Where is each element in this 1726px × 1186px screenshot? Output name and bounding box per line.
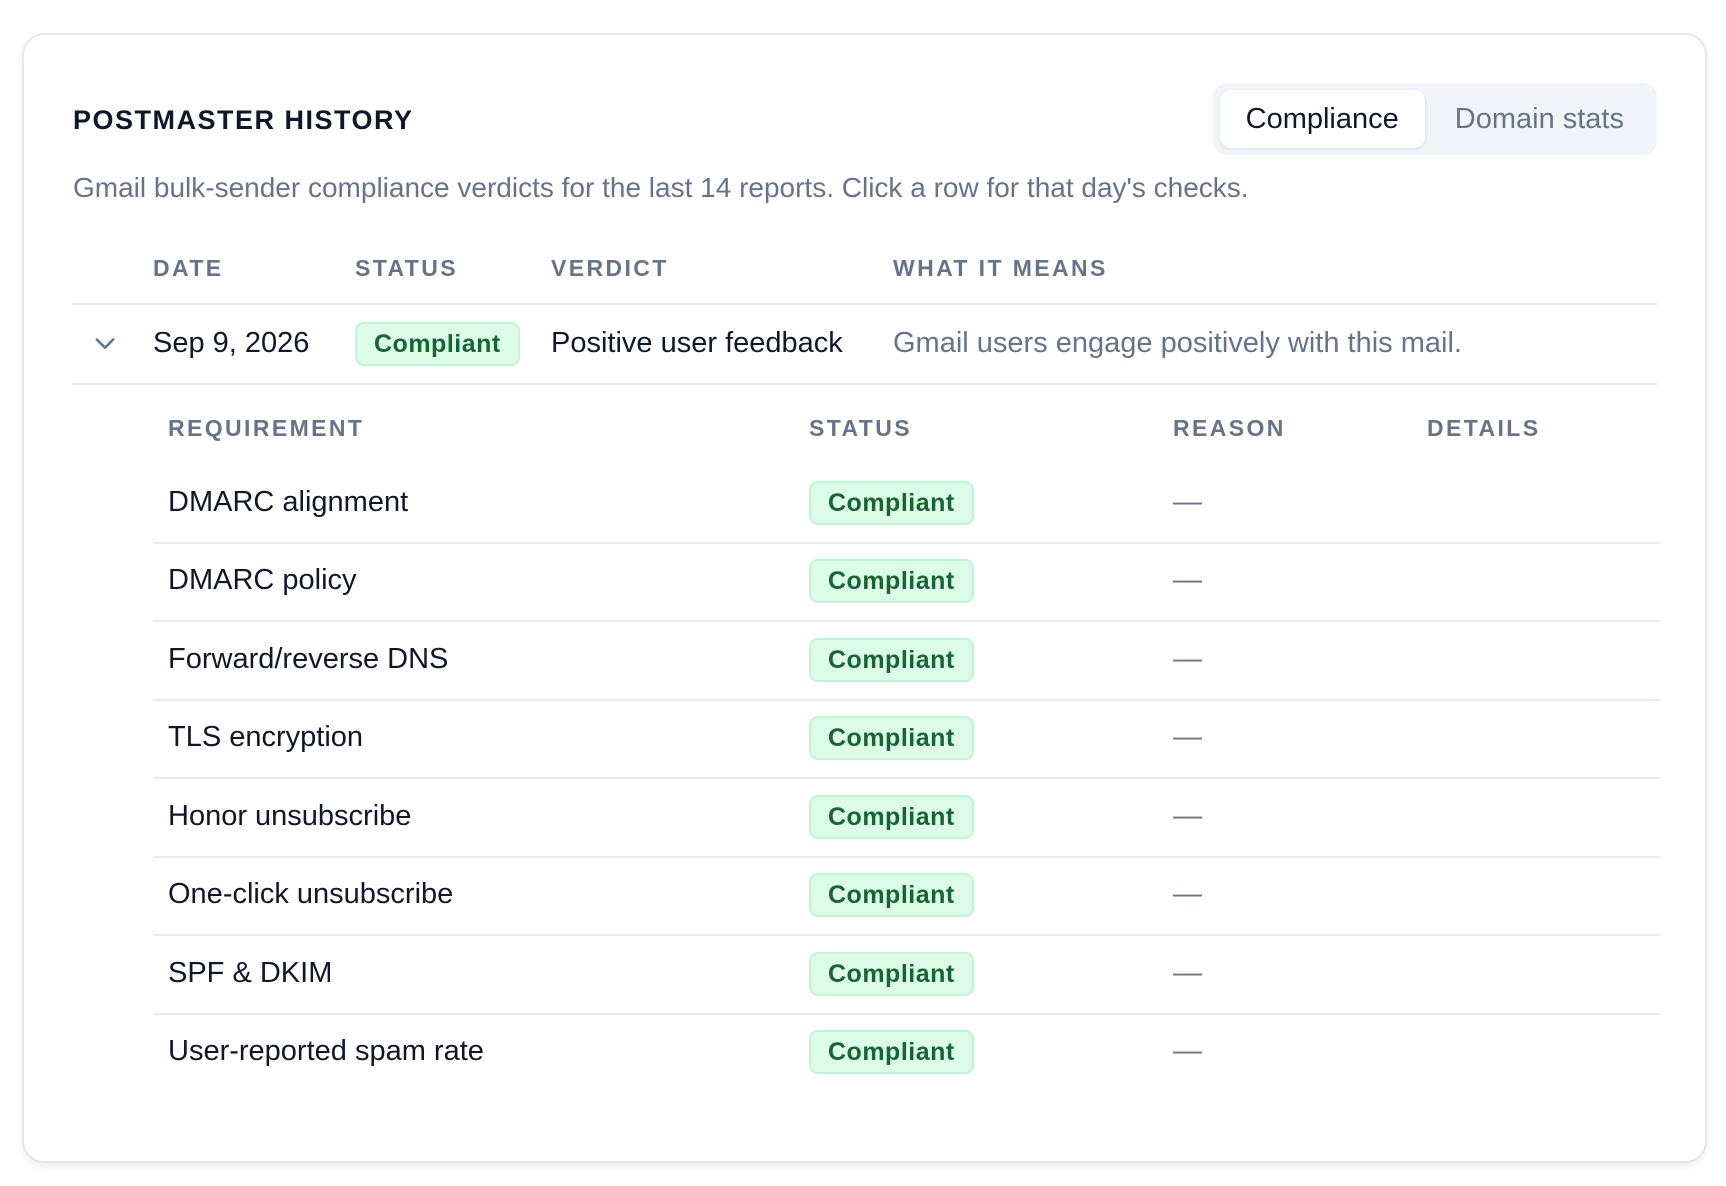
row-divider xyxy=(73,383,1657,385)
status-badge: Compliant xyxy=(809,481,974,525)
requirement-row: User-reported spam rate Compliant — xyxy=(153,1015,1660,1093)
reason-value: — xyxy=(1173,957,1202,989)
status-badge: Compliant xyxy=(809,638,974,682)
requirement-name: DMARC alignment xyxy=(168,486,409,518)
reason-value: — xyxy=(1173,564,1202,596)
row-meaning: Gmail users engage positively with this … xyxy=(893,327,1462,359)
requirement-row: TLS encryption Compliant — xyxy=(153,701,1660,779)
requirement-name: SPF & DKIM xyxy=(168,957,333,989)
status-badge: Compliant xyxy=(355,322,520,366)
requirement-row: DMARC alignment Compliant — xyxy=(153,466,1660,544)
status-badge: Compliant xyxy=(809,952,974,996)
requirement-name: DMARC policy xyxy=(168,564,357,596)
view-toggle: Compliance Domain stats xyxy=(1212,83,1657,155)
detail-header-status: STATUS xyxy=(809,415,912,441)
postmaster-history-card: POSTMASTER HISTORY Compliance Domain sta… xyxy=(22,33,1707,1163)
status-badge: Compliant xyxy=(809,795,974,839)
requirement-row: SPF & DKIM Compliant — xyxy=(153,937,1660,1015)
tab-domain-stats[interactable]: Domain stats xyxy=(1429,90,1650,148)
column-header-verdict: VERDICT xyxy=(551,255,669,281)
reason-value: — xyxy=(1173,486,1202,518)
requirement-name: Honor unsubscribe xyxy=(168,800,412,832)
section-title: POSTMASTER HISTORY xyxy=(73,105,414,135)
tab-compliance[interactable]: Compliance xyxy=(1219,90,1425,148)
requirement-name: TLS encryption xyxy=(168,721,364,753)
status-badge: Compliant xyxy=(809,1030,974,1074)
requirement-name: User-reported spam rate xyxy=(168,1035,484,1067)
detail-header-reason: REASON xyxy=(1173,415,1286,441)
reason-value: — xyxy=(1173,1035,1202,1067)
table-row[interactable]: Sep 9, 2026 Compliant Positive user feed… xyxy=(73,305,1657,383)
chevron-down-icon[interactable] xyxy=(91,329,119,357)
reason-value: — xyxy=(1173,800,1202,832)
column-header-what-it-means: WHAT IT MEANS xyxy=(893,255,1108,281)
detail-header-details: DETAILS xyxy=(1427,415,1541,441)
requirement-row: One-click unsubscribe Compliant — xyxy=(153,858,1660,936)
reason-value: — xyxy=(1173,721,1202,753)
status-badge: Compliant xyxy=(809,559,974,603)
row-verdict: Positive user feedback xyxy=(551,327,843,359)
requirement-row: Forward/reverse DNS Compliant — xyxy=(153,623,1660,701)
requirement-row: Honor unsubscribe Compliant — xyxy=(153,780,1660,858)
requirement-name: Forward/reverse DNS xyxy=(168,643,449,675)
requirement-row: DMARC policy Compliant — xyxy=(153,544,1660,622)
reason-value: — xyxy=(1173,878,1202,910)
detail-header-requirement: REQUIREMENT xyxy=(168,415,365,441)
reason-value: — xyxy=(1173,643,1202,675)
requirement-name: One-click unsubscribe xyxy=(168,878,454,910)
row-date: Sep 9, 2026 xyxy=(153,327,310,359)
status-badge: Compliant xyxy=(809,873,974,917)
section-description: Gmail bulk-sender compliance verdicts fo… xyxy=(73,172,1249,203)
status-badge: Compliant xyxy=(809,716,974,760)
column-header-date: DATE xyxy=(153,255,224,281)
column-header-status: STATUS xyxy=(355,255,458,281)
